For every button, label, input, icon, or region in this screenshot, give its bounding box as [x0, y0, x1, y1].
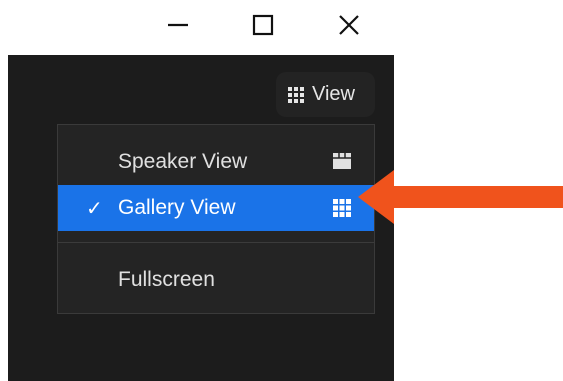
window-titlebar: [0, 0, 400, 52]
grid-icon: [288, 86, 304, 103]
menu-item-speaker-view[interactable]: Speaker View: [58, 139, 374, 185]
view-button-label: View: [312, 83, 355, 105]
menu-item-fullscreen[interactable]: Fullscreen: [58, 257, 374, 303]
maximize-icon: [252, 14, 274, 36]
check-icon: ✓: [86, 197, 103, 220]
menu-item-label: Speaker View: [118, 150, 248, 173]
view-button[interactable]: View: [276, 72, 375, 117]
speaker-view-icon: [333, 153, 351, 169]
menu-item-gallery-view[interactable]: ✓ Gallery View: [58, 185, 374, 231]
minimize-icon: [168, 23, 188, 27]
view-menu: Speaker View ✓ Gallery View Fullscreen: [57, 124, 375, 314]
close-button[interactable]: [334, 10, 364, 40]
maximize-button[interactable]: [248, 10, 278, 40]
menu-divider: [58, 242, 374, 243]
menu-item-label: Fullscreen: [118, 268, 215, 291]
gallery-view-icon: [333, 199, 351, 217]
annotation-arrow-icon: [358, 170, 563, 224]
menu-item-label: Gallery View: [118, 196, 236, 219]
minimize-button[interactable]: [163, 10, 193, 40]
close-icon: [339, 15, 359, 35]
